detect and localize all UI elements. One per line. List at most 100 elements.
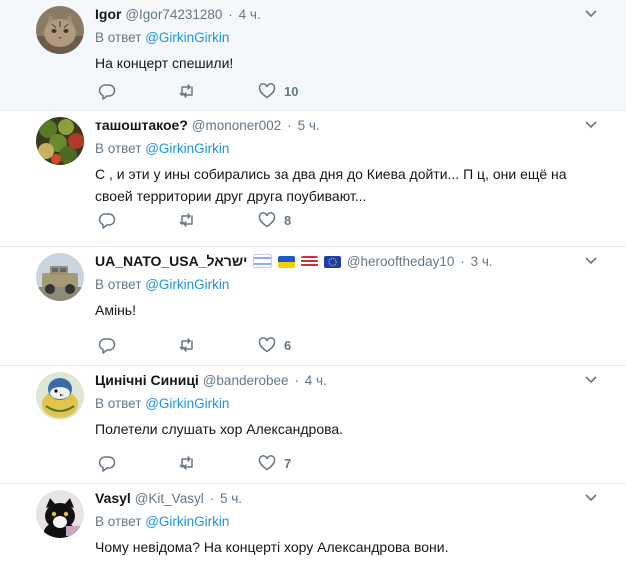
reply-icon — [98, 338, 116, 354]
reply-button[interactable] — [98, 211, 178, 229]
reply-icon — [98, 213, 116, 229]
chevron-down-icon[interactable] — [584, 117, 598, 131]
like-button[interactable]: 6 — [258, 336, 338, 354]
tweet-timestamp[interactable]: 5 ч. — [298, 118, 320, 133]
avatar[interactable] — [36, 490, 84, 538]
heart-icon — [258, 455, 276, 471]
tweet-timestamp[interactable]: 4 ч. — [305, 373, 327, 388]
avatar[interactable] — [36, 372, 84, 420]
separator-dot: · — [228, 7, 233, 22]
mention-link[interactable]: @GirkinGirkin — [145, 514, 229, 529]
user-fullname[interactable]: Цинічні Синиці — [95, 372, 199, 388]
retweet-button[interactable] — [178, 336, 258, 354]
tweet-timestamp[interactable]: 5 ч. — [220, 491, 242, 506]
avatar[interactable] — [36, 6, 84, 54]
tweet-actions: 7 — [98, 454, 338, 472]
mention-link[interactable]: @GirkinGirkin — [145, 277, 229, 292]
retweet-button[interactable] — [178, 211, 258, 229]
retweet-icon — [179, 456, 193, 470]
chevron-down-icon[interactable] — [584, 490, 598, 504]
reply-prefix: В ответ — [95, 514, 142, 529]
reply-prefix: В ответ — [95, 396, 142, 411]
tweet-text: Чому невідома? На концерті хору Александ… — [95, 539, 449, 555]
tweet-timestamp[interactable]: 4 ч. — [239, 7, 261, 22]
reply-button[interactable] — [98, 336, 178, 354]
reply-context: В ответ @GirkinGirkin — [95, 396, 229, 411]
cat-avatar-icon — [36, 6, 84, 54]
avatar[interactable] — [36, 117, 84, 165]
like-button[interactable]: 8 — [258, 211, 338, 229]
chevron-down-icon[interactable] — [584, 372, 598, 386]
tweet-actions: 8 — [98, 211, 338, 229]
retweet-icon — [179, 338, 193, 352]
tweet-item[interactable]: UA_NATO_USA_ישראל @herooftheday10 · 3 ч.… — [0, 247, 626, 366]
user-fullname[interactable]: Vasyl — [95, 490, 131, 506]
tweet-text: С , и эти у ины собирались за два дня до… — [95, 166, 567, 204]
like-count: 8 — [284, 212, 292, 228]
reply-icon — [98, 456, 116, 472]
ukraine-flag-icon — [278, 256, 296, 269]
tweet-item[interactable]: ташоштакое? @mononer002 · 5 ч. В ответ @… — [0, 111, 626, 247]
reply-context: В ответ @GirkinGirkin — [95, 514, 229, 529]
mention-link[interactable]: @GirkinGirkin — [145, 30, 229, 45]
mention-link[interactable]: @GirkinGirkin — [145, 396, 229, 411]
reply-context: В ответ @GirkinGirkin — [95, 277, 229, 292]
tweet-item[interactable]: Цинічні Синиці @banderobee · 4 ч. В отве… — [0, 366, 626, 484]
reply-context: В ответ @GirkinGirkin — [95, 141, 229, 156]
like-count: 6 — [284, 337, 292, 353]
retweet-icon — [179, 213, 193, 227]
retweet-icon — [179, 84, 193, 98]
separator-dot: · — [209, 491, 215, 506]
heart-icon — [258, 212, 276, 228]
tweet-timestamp[interactable]: 3 ч. — [471, 254, 493, 269]
reply-button[interactable] — [98, 82, 178, 100]
tweet-text: Амінь! — [95, 302, 136, 318]
user-fullname[interactable]: Igor — [95, 6, 121, 22]
user-handle[interactable]: @herooftheday10 — [347, 254, 455, 269]
tweet-header: UA_NATO_USA_ישראל @herooftheday10 · 3 ч. — [95, 252, 576, 271]
tweet-text: Полетели слушать хор Александрова. — [95, 421, 344, 437]
chevron-down-icon[interactable] — [584, 253, 598, 267]
reply-icon — [98, 84, 116, 100]
replies-timeline: Igor @Igor74231280 · 4 ч. В ответ @Girki… — [0, 0, 626, 569]
tweet-header: Цинічні Синиці @banderobee · 4 ч. — [95, 371, 576, 390]
like-count: 10 — [284, 83, 299, 99]
usa-flag-icon — [301, 256, 319, 269]
separator-dot: · — [460, 254, 465, 269]
user-handle[interactable]: @Kit_Vasyl — [135, 491, 204, 506]
mention-link[interactable]: @GirkinGirkin — [145, 141, 229, 156]
user-handle[interactable]: @banderobee — [203, 373, 289, 388]
tweet-actions: 6 — [98, 336, 338, 354]
titmouse-bird-avatar-icon — [36, 372, 84, 420]
military-vehicle-avatar-icon — [36, 253, 84, 301]
user-fullname[interactable]: ташоштакое? — [95, 117, 188, 133]
avatar[interactable] — [36, 253, 84, 301]
retweet-button[interactable] — [178, 454, 258, 472]
reply-prefix: В ответ — [95, 141, 142, 156]
heart-icon — [258, 83, 276, 99]
retweet-button[interactable] — [178, 82, 258, 100]
reply-context: В ответ @GirkinGirkin — [95, 30, 229, 45]
separator-dot: · — [294, 373, 299, 388]
like-button[interactable]: 10 — [258, 82, 338, 100]
reply-prefix: В ответ — [95, 277, 142, 292]
separator-dot: · — [287, 118, 292, 133]
tweet-header: Vasyl @Kit_Vasyl · 5 ч. — [95, 489, 576, 508]
user-fullname[interactable]: UA_NATO_USA_ישראל — [95, 253, 247, 269]
like-button[interactable]: 7 — [258, 454, 338, 472]
israel-flag-icon — [253, 254, 273, 269]
eu-flag-icon — [323, 256, 341, 269]
user-handle[interactable]: @mononer002 — [192, 118, 282, 133]
tweet-item[interactable]: Vasyl @Kit_Vasyl · 5 ч. В ответ @GirkinG… — [0, 484, 626, 569]
tweet-text: На концерт спешили! — [95, 55, 234, 71]
tweet-header: ташоштакое? @mononer002 · 5 ч. — [95, 116, 576, 135]
chevron-down-icon[interactable] — [584, 6, 598, 20]
food-avatar-icon — [36, 117, 84, 165]
heart-icon — [258, 337, 276, 353]
reply-prefix: В ответ — [95, 30, 142, 45]
tweet-header: Igor @Igor74231280 · 4 ч. — [95, 5, 576, 24]
tweet-actions: 10 — [98, 82, 338, 100]
reply-button[interactable] — [98, 454, 178, 472]
tweet-item[interactable]: Igor @Igor74231280 · 4 ч. В ответ @Girki… — [0, 0, 626, 111]
user-handle[interactable]: @Igor74231280 — [125, 7, 222, 22]
